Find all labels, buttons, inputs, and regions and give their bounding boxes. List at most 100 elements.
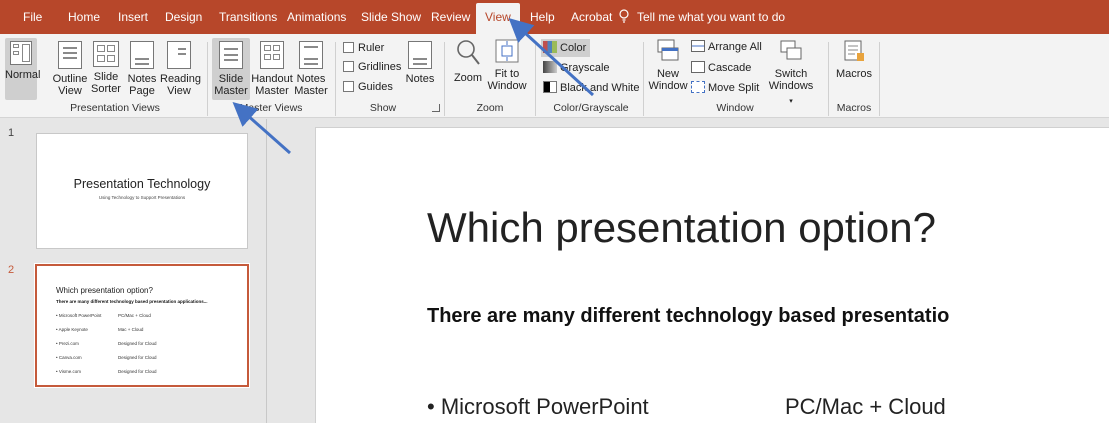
slide-sorter-icon <box>93 41 119 67</box>
slide-bullet[interactable]: • Microsoft PowerPoint PC/Mac + Cloud <box>427 394 946 420</box>
divider <box>643 42 644 116</box>
reading-view-button[interactable]: Reading View <box>160 38 201 100</box>
tab-insert[interactable]: Insert <box>118 0 148 34</box>
notes-master-label-1: Notes <box>296 73 326 85</box>
tab-review[interactable]: Review <box>431 0 470 34</box>
cascade-button[interactable]: Cascade <box>691 61 751 75</box>
switch-label-2: Windows <box>768 80 814 92</box>
tab-acrobat[interactable]: Acrobat <box>571 0 612 34</box>
thumb-row-value: Mac + Cloud <box>118 327 144 332</box>
switch-label-1: Switch <box>774 68 808 80</box>
lightbulb-icon <box>619 9 629 23</box>
notes-label: Notes <box>405 73 435 85</box>
normal-view-icon <box>10 41 32 65</box>
slide-thumbnail-2[interactable]: Which presentation option? There are man… <box>34 263 250 388</box>
macros-icon <box>844 40 864 61</box>
new-window-label-1: New <box>656 68 679 80</box>
thumb-row: Designed for Cloud <box>118 369 157 374</box>
fit-label-1: Fit to <box>494 68 520 80</box>
reading-label-1: Reading <box>160 73 201 85</box>
thumb-row-label: • Microsoft PowerPoint <box>56 313 102 318</box>
slide-subtitle[interactable]: There are many different technology base… <box>427 305 949 328</box>
arrange-all-label: Arrange All <box>708 41 762 53</box>
group-label-zoom: Zoom <box>476 102 504 114</box>
ribbon: Normal Outline View Slide Sorter Notes P… <box>0 34 1109 118</box>
move-split-button[interactable]: Move Split <box>691 81 759 95</box>
sorter-label-2: Sorter <box>91 83 121 95</box>
cascade-label: Cascade <box>708 62 752 74</box>
guides-label: Guides <box>358 81 393 93</box>
slide-master-label-1: Slide <box>218 73 244 85</box>
grayscale-button[interactable]: Grayscale <box>543 61 610 75</box>
new-window-label-2: Window <box>648 80 688 92</box>
tab-file[interactable]: File <box>23 0 42 34</box>
zoom-button[interactable]: Zoom <box>452 38 484 100</box>
arrange-all-button[interactable]: Arrange All <box>691 40 762 54</box>
ruler-checkbox[interactable]: Ruler <box>343 42 384 55</box>
tell-me-search[interactable]: Tell me what you want to do <box>637 0 785 34</box>
handout-master-button[interactable]: Handout Master <box>250 38 294 100</box>
dialog-launcher-icon[interactable] <box>432 104 440 112</box>
divider <box>207 42 208 116</box>
menu-bar: File Home Insert Design Transitions Anim… <box>0 0 1109 34</box>
fit-to-window-button[interactable]: Fit to Window <box>487 38 527 100</box>
slide-thumbnail-1[interactable]: Presentation Technology Using Technology… <box>36 133 248 249</box>
divider <box>828 42 829 116</box>
group-label-macros: Macros <box>836 102 872 114</box>
fit-to-window-icon <box>495 39 519 63</box>
thumb-row-value: Designed for Cloud <box>118 341 157 346</box>
black-white-button[interactable]: Black and White <box>543 81 639 95</box>
gridlines-label: Gridlines <box>358 61 402 73</box>
thumb-row: • Apple Keynote <box>56 327 88 332</box>
notes-page-button[interactable]: Notes Page <box>125 38 159 100</box>
new-window-icon <box>657 39 679 61</box>
tab-home[interactable]: Home <box>68 0 100 34</box>
group-label-master-views: Master Views <box>239 102 303 114</box>
thumb-row: Designed for Cloud <box>118 355 157 360</box>
thumb-row: • Visme.com <box>56 369 81 374</box>
macros-button[interactable]: Macros <box>834 38 874 100</box>
outline-view-button[interactable]: Outline View <box>52 38 88 100</box>
outline-view-icon <box>58 41 82 69</box>
slide-master-button[interactable]: Slide Master <box>212 38 250 100</box>
checkbox-box <box>343 61 354 72</box>
tab-design[interactable]: Design <box>165 0 202 34</box>
magnifier-icon <box>457 40 480 65</box>
divider <box>444 42 445 116</box>
guides-checkbox[interactable]: Guides <box>343 81 393 94</box>
reading-view-icon <box>167 41 191 69</box>
tab-help[interactable]: Help <box>530 0 555 34</box>
new-window-button[interactable]: New Window <box>648 38 688 100</box>
notes-button[interactable]: Notes <box>403 38 437 100</box>
slide-sorter-button[interactable]: Slide Sorter <box>90 38 122 100</box>
fit-label-2: Window <box>487 80 527 92</box>
normal-label: Normal <box>5 69 41 81</box>
thumb-row: Designed for Cloud <box>118 341 157 346</box>
slide-editor: Which presentation option? There are man… <box>267 119 1109 423</box>
color-label: Color <box>560 42 587 54</box>
thumb-row-label: • Visme.com <box>56 369 81 374</box>
bw-label: Black and White <box>560 82 640 94</box>
tab-view[interactable]: View <box>476 3 520 34</box>
switch-windows-button[interactable]: Switch Windows ▾ <box>768 38 814 105</box>
color-button[interactable]: Color <box>541 39 591 57</box>
slide-number: 2 <box>8 264 15 276</box>
notes-master-icon <box>299 41 323 69</box>
current-slide[interactable]: Which presentation option? There are man… <box>315 127 1109 423</box>
divider <box>535 42 536 116</box>
tab-slide-show[interactable]: Slide Show <box>361 0 421 34</box>
checkbox-box <box>343 81 354 92</box>
normal-view-button[interactable]: Normal <box>5 38 41 100</box>
move-split-label: Move Split <box>708 82 760 94</box>
slide-master-label-2: Master <box>214 85 248 97</box>
thumb-row: Mac + Cloud <box>118 327 143 332</box>
slide-title[interactable]: Which presentation option? <box>427 204 936 252</box>
notes-master-button[interactable]: Notes Master <box>292 38 330 100</box>
tab-transitions[interactable]: Transitions <box>219 0 277 34</box>
gridlines-checkbox[interactable]: Gridlines <box>343 61 401 74</box>
thumb-row-label: • Apple Keynote <box>56 327 88 332</box>
slide-master-icon <box>219 41 243 69</box>
notes-page-label-1: Notes <box>127 73 157 85</box>
notes-page-label-2: Page <box>129 85 155 97</box>
tab-animations[interactable]: Animations <box>287 0 346 34</box>
